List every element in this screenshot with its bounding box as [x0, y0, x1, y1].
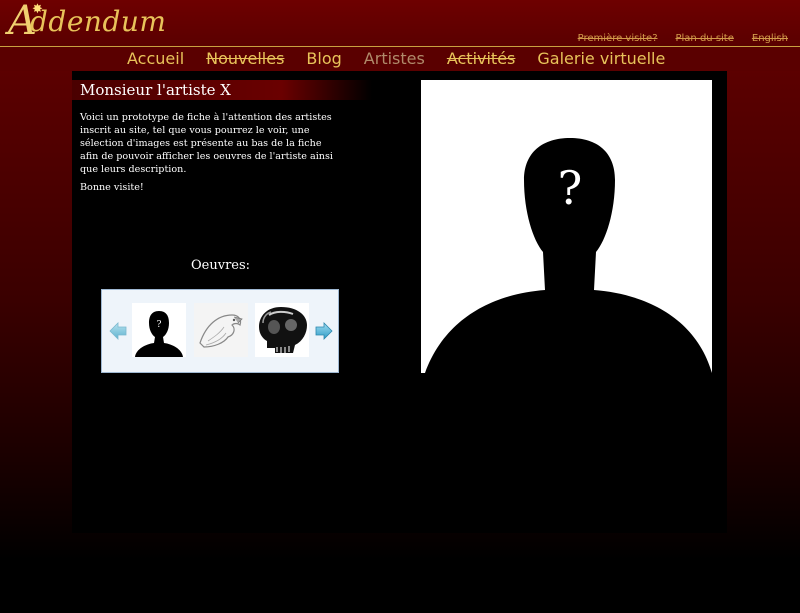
english-link[interactable]: English: [752, 33, 788, 44]
thumb-question-mark: ?: [157, 320, 162, 330]
nav-artistes[interactable]: Artistes: [353, 48, 436, 70]
artist-description: Voici un prototype de fiche à l'attentio…: [80, 112, 333, 175]
arrow-left-icon[interactable]: [108, 321, 128, 341]
work-thumbnail-eagle[interactable]: [194, 303, 248, 357]
top-links: Première visite? Plan du site English: [578, 33, 788, 44]
works-carousel: ?: [101, 289, 339, 373]
sitemap-link[interactable]: Plan du site: [676, 33, 734, 44]
work-thumbnail-skull[interactable]: [255, 303, 309, 357]
site-header: A ✸ ddendum Première visite? Plan du sit…: [0, 0, 800, 46]
nav-activites[interactable]: Activités: [436, 48, 527, 70]
work-thumbnail-silhouette[interactable]: ?: [132, 303, 186, 357]
nav-accueil[interactable]: Accueil: [116, 48, 195, 70]
greeting-text: Bonne visite!: [80, 182, 144, 193]
site-logo[interactable]: A ✸ ddendum: [4, 0, 166, 44]
nav-nouvelles[interactable]: Nouvelles: [195, 48, 295, 70]
arrow-right-icon[interactable]: [314, 321, 334, 341]
portrait-question-mark: ?: [558, 161, 583, 215]
works-heading: Oeuvres:: [191, 258, 251, 273]
nav-galerie-virtuelle[interactable]: Galerie virtuelle: [526, 48, 676, 70]
logo-text: ddendum: [30, 5, 167, 38]
first-visit-link[interactable]: Première visite?: [578, 33, 658, 44]
artist-portrait: ?: [421, 80, 712, 373]
main-nav: Accueil Nouvelles Blog Artistes Activité…: [0, 47, 800, 71]
artist-name: Monsieur l'artiste X: [80, 81, 231, 99]
nav-blog[interactable]: Blog: [295, 48, 352, 70]
